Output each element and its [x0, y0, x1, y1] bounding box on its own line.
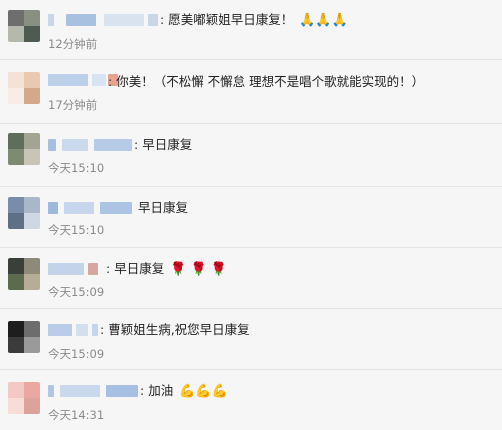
username-blurred[interactable]	[48, 263, 104, 275]
comment-time: 今天14:31	[48, 408, 105, 422]
username-blurred[interactable]	[48, 385, 138, 397]
avatar[interactable]	[8, 10, 40, 42]
comment-text: 早日康复	[138, 200, 188, 216]
comment-body: 愿美嘟颖姐早日康复！	[168, 12, 294, 27]
comment-text: : 加油 💪💪💪	[140, 383, 228, 399]
comment-time: 今天15:10	[48, 161, 105, 175]
comment-list: : 愿美嘟颖姐早日康复！ 🙏🙏🙏 12分钟前 : 你美！（不松懈 不懈怠 理想不…	[0, 0, 502, 430]
avatar[interactable]	[8, 72, 40, 104]
comment-body: 早日康复	[138, 200, 189, 215]
comment-text: : 早日康复 🌹 🌹 🌹	[106, 261, 228, 277]
comment-row[interactable]: : 愿美嘟颖姐早日康复！ 🙏🙏🙏 12分钟前	[0, 0, 502, 60]
comment-text: : 你美！（不松懈 不懈怠 理想不是唱个歌就能实现的！）	[108, 74, 425, 89]
comment-row[interactable]: : 加油 💪💪💪 今天14:31	[0, 370, 502, 430]
comment-row[interactable]: 早日康复 今天15:10	[0, 187, 502, 248]
comment-body: 早日康复	[142, 137, 193, 152]
username-blurred[interactable]	[48, 202, 132, 214]
comment-row[interactable]: : 早日康复 🌹 🌹 🌹 今天15:09	[0, 248, 502, 309]
rose-emoji-icon: 🌹 🌹 🌹	[170, 262, 228, 277]
username-blurred[interactable]	[48, 14, 158, 26]
comment-body: 早日康复	[114, 261, 165, 276]
comment-text: : 早日康复	[134, 137, 193, 152]
avatar[interactable]	[8, 197, 40, 229]
comment-time: 17分钟前	[48, 98, 98, 112]
comment-time: 今天15:09	[48, 285, 105, 299]
username-blurred[interactable]	[48, 139, 132, 151]
comment-body: 加油	[148, 383, 174, 398]
avatar[interactable]	[8, 258, 40, 290]
comment-text: : 曹颖姐生病,祝您早日康复	[100, 322, 250, 337]
comment-text: : 愿美嘟颖姐早日康复！ 🙏🙏🙏	[160, 12, 348, 28]
comment-time: 今天15:10	[48, 223, 105, 237]
avatar[interactable]	[8, 382, 40, 414]
comment-row[interactable]: : 曹颖姐生病,祝您早日康复 今天15:09	[0, 309, 502, 370]
comment-row[interactable]: : 早日康复 今天15:10	[0, 124, 502, 187]
avatar[interactable]	[8, 133, 40, 165]
comment-time: 12分钟前	[48, 37, 98, 51]
comment-row[interactable]: : 你美！（不松懈 不懈怠 理想不是唱个歌就能实现的！） 17分钟前	[0, 60, 502, 124]
comment-body: 你美！（不松懈 不懈怠 理想不是唱个歌就能实现的！）	[116, 74, 425, 89]
pray-emoji-icon: 🙏🙏🙏	[299, 13, 348, 28]
avatar[interactable]	[8, 321, 40, 353]
username-blurred[interactable]	[48, 324, 98, 336]
comment-time: 今天15:09	[48, 347, 105, 361]
muscle-emoji-icon: 💪💪💪	[179, 384, 228, 399]
comment-body: 曹颖姐生病,祝您早日康复	[108, 322, 250, 337]
